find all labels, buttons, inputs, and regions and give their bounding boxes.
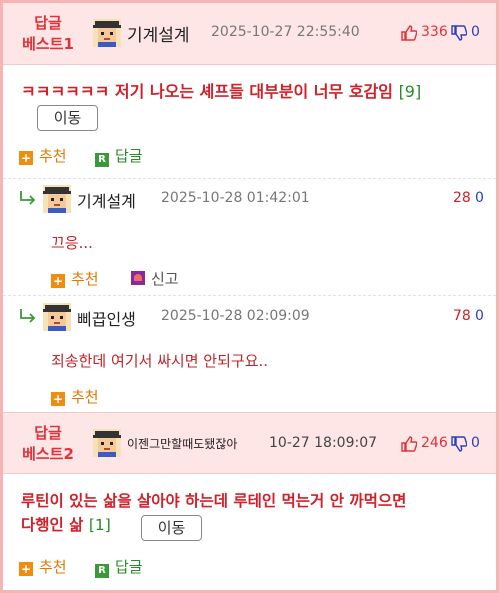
divider	[3, 295, 496, 296]
plus-icon: +	[51, 274, 65, 288]
reply-text: 죄송한데 여기서 싸시면 안되구요..	[51, 352, 269, 370]
timestamp: 2025-10-28 02:09:09	[161, 308, 310, 324]
best1-label: 답글 베스트1	[3, 13, 93, 55]
upvote-count: 28	[453, 190, 471, 206]
timestamp: 2025-10-27 22:55:40	[211, 24, 360, 40]
comment-count[interactable]: [1]	[89, 516, 111, 534]
avatar-icon[interactable]	[43, 185, 71, 213]
best1-text: ㅋㅋㅋㅋㅋㅋ 저기 나오는 셰프들 대부분이 너무 호감임 [9]	[21, 80, 486, 104]
plus-icon: +	[51, 392, 65, 406]
downvote-count: 0	[471, 24, 480, 40]
recommend-label: 추천	[39, 558, 67, 576]
recommend-label: 추천	[71, 388, 99, 406]
move-button[interactable]: 이동	[141, 515, 202, 541]
thumbs-up-icon[interactable]	[401, 436, 417, 452]
reply-button[interactable]: R 답글	[95, 145, 143, 167]
best-label-line1: 답글	[34, 424, 62, 442]
report-label: 신고	[151, 270, 179, 288]
thumbs-down-icon[interactable]	[451, 25, 467, 41]
downvote-count: 0	[471, 435, 480, 451]
best2-header: 답글 베스트2 이젠그만할때도됐잖아 10-27 18:09:07 246 0	[3, 412, 496, 474]
upvote-count: 78	[453, 308, 471, 324]
author-name[interactable]: 이젠그만할때도됐잖아	[127, 435, 237, 452]
recommend-button[interactable]: + 추천	[51, 268, 99, 289]
upvote-count: 336	[421, 24, 448, 40]
upvote-count: 246	[421, 435, 448, 451]
avatar-icon[interactable]	[43, 303, 71, 331]
avatar-icon[interactable]	[93, 429, 121, 457]
best2-text: 루틴이 있는 삶을 살아야 하는데 루테인 먹는거 안 까먹으면 다행인 삶 […	[21, 489, 491, 537]
move-button[interactable]: 이동	[37, 105, 98, 131]
plus-icon: +	[19, 151, 33, 165]
reply-button[interactable]: R 답글	[95, 556, 143, 578]
comment-count[interactable]: [9]	[399, 82, 422, 101]
author-name[interactable]: 기계설계	[127, 21, 190, 46]
comment-text: ㅋㅋㅋㅋㅋㅋ 저기 나오는 셰프들 대부분이 너무 호감임	[21, 82, 393, 101]
recommend-button[interactable]: + 추천	[19, 145, 67, 166]
thumbs-down-icon[interactable]	[451, 436, 467, 452]
best-label-line1: 답글	[34, 14, 62, 32]
reply-text: 끄응...	[51, 234, 93, 252]
divider	[3, 178, 496, 179]
recommend-label: 추천	[71, 270, 99, 288]
report-button[interactable]: 신고	[131, 268, 179, 289]
r-badge-icon: R	[95, 153, 109, 167]
recommend-button[interactable]: + 추천	[19, 556, 67, 577]
comment-text-line2: 다행인 삶	[21, 516, 84, 534]
timestamp: 10-27 18:09:07	[269, 435, 378, 451]
timestamp: 2025-10-28 01:42:01	[161, 190, 310, 206]
avatar-icon[interactable]	[93, 19, 121, 47]
downvote-count: 0	[475, 308, 484, 324]
author-name[interactable]: 삐끕인생	[77, 306, 136, 330]
siren-icon	[131, 271, 145, 285]
author-name[interactable]: 기계설계	[77, 188, 136, 212]
comment-panel: 답글 베스트1 기계설계 2025-10-27 22:55:40 336 0 ㅋ…	[3, 3, 496, 590]
reply-arrow-icon	[20, 191, 36, 205]
plus-icon: +	[19, 562, 33, 576]
best2-label: 답글 베스트2	[3, 423, 93, 465]
comment-text-line1: 루틴이 있는 삶을 살아야 하는데 루테인 먹는거 안 까먹으면	[21, 492, 407, 510]
best-label-line2: 베스트1	[22, 35, 74, 53]
best1-header: 답글 베스트1 기계설계 2025-10-27 22:55:40 336 0	[3, 3, 496, 65]
reply-arrow-icon	[20, 309, 36, 323]
r-badge-icon: R	[95, 564, 109, 578]
downvote-count: 0	[475, 190, 484, 206]
comment-text-line2-wrap: 다행인 삶 [1]	[21, 513, 491, 537]
recommend-label: 추천	[39, 147, 67, 165]
reply-label: 답글	[115, 147, 143, 165]
best-label-line2: 베스트2	[22, 445, 74, 463]
thumbs-up-icon[interactable]	[401, 25, 417, 41]
reply-label: 답글	[115, 558, 143, 576]
recommend-button[interactable]: + 추천	[51, 386, 99, 407]
